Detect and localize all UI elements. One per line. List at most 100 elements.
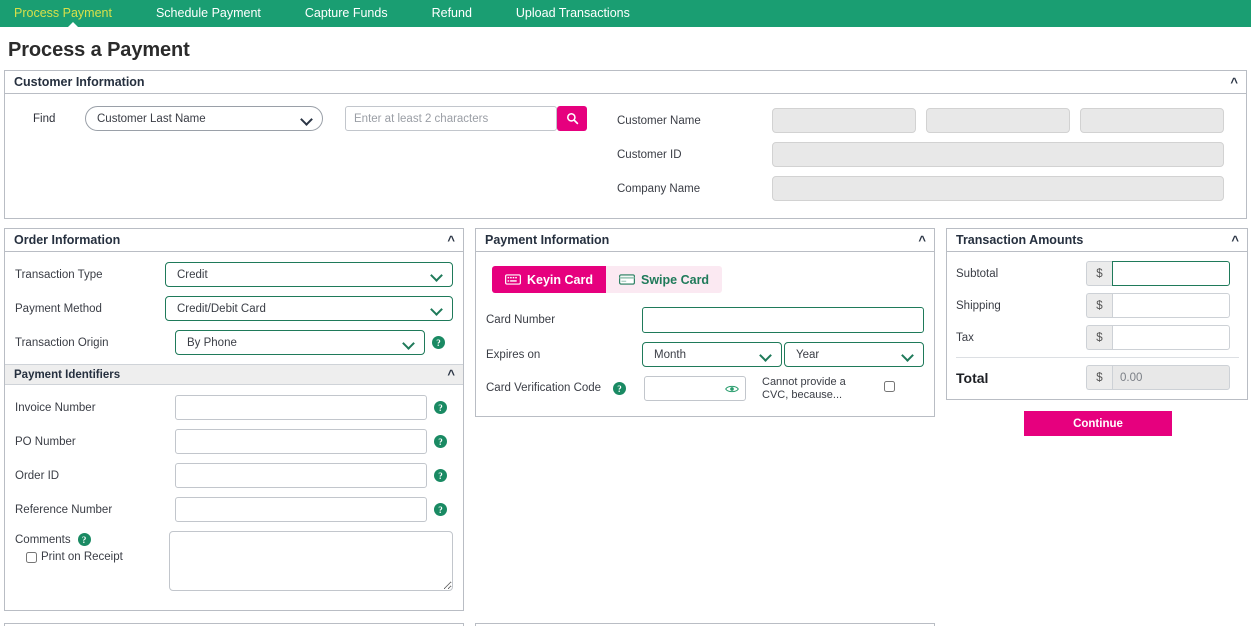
expiry-month-select[interactable]: Month: [642, 342, 782, 367]
comments-textarea[interactable]: [169, 531, 453, 591]
payment-method-select[interactable]: Credit/Debit Card: [165, 296, 453, 321]
customer-middle-name-field[interactable]: [926, 108, 1070, 133]
customer-information-body: Find Customer Last Name Customer Name: [5, 94, 1246, 218]
po-number-input[interactable]: [175, 429, 427, 454]
reference-number-row: Reference Number ?: [15, 497, 453, 522]
customer-search-input[interactable]: [345, 106, 557, 131]
payment-method-label: Payment Method: [15, 302, 102, 315]
total-row: Total $: [956, 357, 1239, 390]
card-verification-code-label: Card Verification Code: [486, 382, 602, 394]
customer-search-button[interactable]: [557, 106, 587, 131]
payment-identifiers-title: Payment Identifiers: [14, 368, 121, 381]
transaction-type-label: Transaction Type: [15, 268, 103, 281]
card-number-row: Card Number: [486, 307, 924, 333]
payment-information-body: Keyin Card Swipe Card Card Number Expire…: [476, 252, 934, 416]
page-title: Process a Payment: [8, 39, 190, 61]
tax-row: Tax $: [956, 325, 1239, 350]
order-information-header: Order Information ^: [5, 229, 463, 252]
card-number-input[interactable]: [641, 307, 924, 333]
customer-name-row: Customer Name: [617, 108, 1246, 133]
nav-item-process-payment[interactable]: Process Payment: [14, 0, 134, 28]
payment-information-title: Payment Information: [485, 233, 610, 247]
transaction-origin-help-icon[interactable]: ?: [432, 336, 445, 349]
find-type-select[interactable]: Customer Last Name: [85, 106, 323, 131]
subtotal-input[interactable]: [1112, 261, 1230, 286]
top-navigation-bar: Process Payment Schedule Payment Capture…: [0, 0, 1251, 28]
order-id-input[interactable]: [175, 463, 427, 488]
invoice-number-help-icon[interactable]: ?: [434, 401, 447, 414]
nav-item-refund[interactable]: Refund: [432, 0, 494, 27]
print-on-receipt-checkbox[interactable]: [26, 551, 37, 563]
nav-item-capture-funds[interactable]: Capture Funds: [305, 0, 410, 27]
order-id-help-icon[interactable]: ?: [434, 469, 447, 482]
order-information-title: Order Information: [14, 233, 121, 247]
customer-name-label: Customer Name: [617, 114, 701, 127]
swipe-card-label: Swipe Card: [641, 272, 710, 287]
transaction-type-select-wrapper: Credit: [165, 262, 453, 287]
company-name-label: Company Name: [617, 182, 701, 195]
customer-id-field[interactable]: [772, 142, 1224, 167]
expires-on-label: Expires on: [486, 348, 541, 361]
reference-number-help-icon[interactable]: ?: [434, 503, 447, 516]
keyboard-icon: [505, 274, 521, 285]
po-number-help-icon[interactable]: ?: [434, 435, 447, 448]
nav-item-schedule-payment[interactable]: Schedule Payment: [156, 0, 283, 27]
nav-item-upload-transactions[interactable]: Upload Transactions: [516, 0, 652, 27]
customer-information-panel: Customer Information ^ Find Customer Las…: [4, 70, 1247, 219]
customer-id-row: Customer ID: [617, 142, 1246, 167]
tax-label: Tax: [956, 331, 974, 344]
invoice-number-label: Invoice Number: [15, 401, 96, 414]
customer-first-name-field[interactable]: [772, 108, 916, 133]
transaction-origin-select[interactable]: By Phone: [175, 330, 425, 355]
total-currency-symbol: $: [1086, 365, 1112, 390]
comments-row: Comments ? Print on Receipt: [15, 531, 453, 591]
customer-information-header: Customer Information ^: [5, 71, 1246, 94]
customer-information-title: Customer Information: [14, 75, 145, 89]
swipe-card-tab[interactable]: Swipe Card: [606, 266, 723, 293]
company-name-row: Company Name: [617, 176, 1246, 201]
order-id-row: Order ID ?: [15, 463, 453, 488]
expires-on-row: Expires on Month Year: [486, 342, 924, 367]
collapse-payment-information-chevron-up-icon[interactable]: ^: [918, 234, 926, 247]
find-label: Find: [33, 113, 56, 125]
credit-card-icon: [619, 274, 635, 285]
active-tab-caret-icon: [66, 22, 79, 28]
shipping-input[interactable]: [1112, 293, 1230, 318]
total-value-field: [1112, 365, 1230, 390]
order-information-panel: Order Information ^ Transaction Type Cre…: [4, 228, 464, 611]
cvc-help-icon[interactable]: ?: [613, 382, 626, 395]
collapse-customer-information-chevron-up-icon[interactable]: ^: [1230, 76, 1238, 89]
reference-number-label: Reference Number: [15, 503, 113, 516]
expiry-year-select[interactable]: Year: [784, 342, 924, 367]
shipping-row: Shipping $: [956, 293, 1239, 318]
continue-button[interactable]: Continue: [1024, 411, 1172, 436]
company-name-field[interactable]: [772, 176, 1224, 201]
customer-last-name-field[interactable]: [1080, 108, 1224, 133]
transaction-amounts-title: Transaction Amounts: [956, 233, 1084, 247]
transaction-origin-row: Transaction Origin By Phone ?: [15, 330, 453, 355]
subtotal-currency-symbol: $: [1086, 261, 1112, 286]
cannot-provide-cvc-checkbox[interactable]: [884, 381, 895, 392]
subtotal-label: Subtotal: [956, 267, 999, 280]
cvc-input[interactable]: [644, 376, 746, 401]
customer-id-label: Customer ID: [617, 148, 682, 161]
tax-input[interactable]: [1112, 325, 1230, 350]
collapse-order-information-chevron-up-icon[interactable]: ^: [447, 234, 455, 247]
transaction-amounts-header: Transaction Amounts ^: [947, 229, 1247, 252]
subtotal-row: Subtotal $: [956, 261, 1239, 286]
reference-number-input[interactable]: [175, 497, 427, 522]
expiry-year-select-wrapper: Year: [784, 342, 924, 367]
keyin-card-tab[interactable]: Keyin Card: [492, 266, 606, 293]
card-entry-mode-toggle-group: Keyin Card Swipe Card: [492, 266, 924, 293]
invoice-number-input[interactable]: [175, 395, 427, 420]
transaction-type-select[interactable]: Credit: [165, 262, 453, 287]
collapse-transaction-amounts-chevron-up-icon[interactable]: ^: [1231, 234, 1239, 247]
keyin-card-label: Keyin Card: [527, 272, 593, 287]
comments-help-icon[interactable]: ?: [77, 533, 91, 546]
collapse-payment-identifiers-chevron-up-icon[interactable]: ^: [447, 368, 455, 381]
find-type-select-wrapper: Customer Last Name: [85, 106, 323, 131]
cannot-provide-cvc-label: Cannot provide a CVC, because...: [762, 376, 846, 401]
po-number-label: PO Number: [15, 435, 76, 448]
card-number-label: Card Number: [486, 314, 556, 326]
comments-label: Comments: [15, 533, 71, 546]
